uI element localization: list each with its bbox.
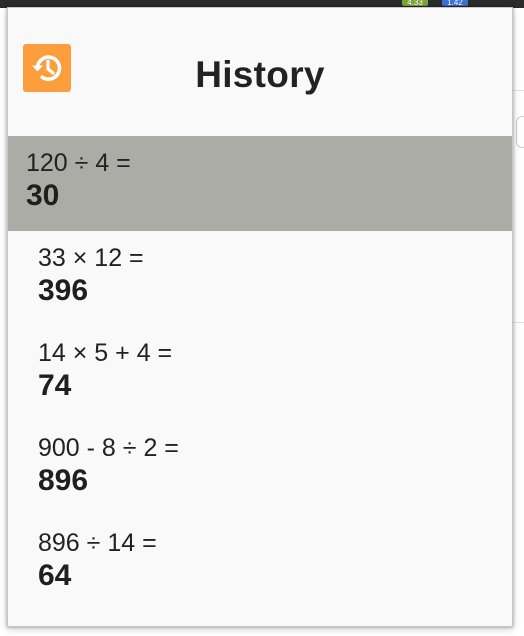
history-expression: 900 - 8 ÷ 2 = — [38, 434, 179, 462]
popup-header: History — [8, 8, 512, 136]
history-item[interactable]: 900 - 8 ÷ 2 = 896 — [8, 421, 512, 516]
history-expression: 120 ÷ 4 = — [26, 149, 131, 177]
background-divider — [512, 322, 524, 323]
popup-title: History — [195, 54, 325, 95]
history-result: 396 — [38, 274, 89, 307]
history-popup: History 120 ÷ 4 = 30 33 × 12 = 396 14 × … — [7, 7, 513, 627]
history-result: 64 — [38, 559, 72, 592]
extension-badge[interactable]: 1.42 — [442, 0, 468, 6]
history-result: 30 — [26, 179, 60, 212]
history-item[interactable]: 14 × 5 + 4 = 74 — [8, 326, 512, 421]
background-input[interactable] — [516, 116, 524, 148]
extension-badge[interactable]: 4.33 — [402, 0, 428, 6]
history-item[interactable]: 896 ÷ 14 = 64 — [8, 516, 512, 611]
history-item[interactable]: 120 ÷ 4 = 30 — [8, 136, 512, 231]
history-expression: 14 × 5 + 4 = — [38, 339, 173, 367]
history-item[interactable]: 33 × 12 = 396 — [8, 231, 512, 326]
history-result: 74 — [38, 369, 72, 402]
background-divider — [512, 90, 524, 91]
history-expression: 33 × 12 = — [38, 244, 144, 272]
history-expression: 896 ÷ 14 = — [38, 529, 157, 557]
history-result: 896 — [38, 464, 89, 497]
history-list: 120 ÷ 4 = 30 33 × 12 = 396 14 × 5 + 4 = … — [8, 136, 512, 611]
